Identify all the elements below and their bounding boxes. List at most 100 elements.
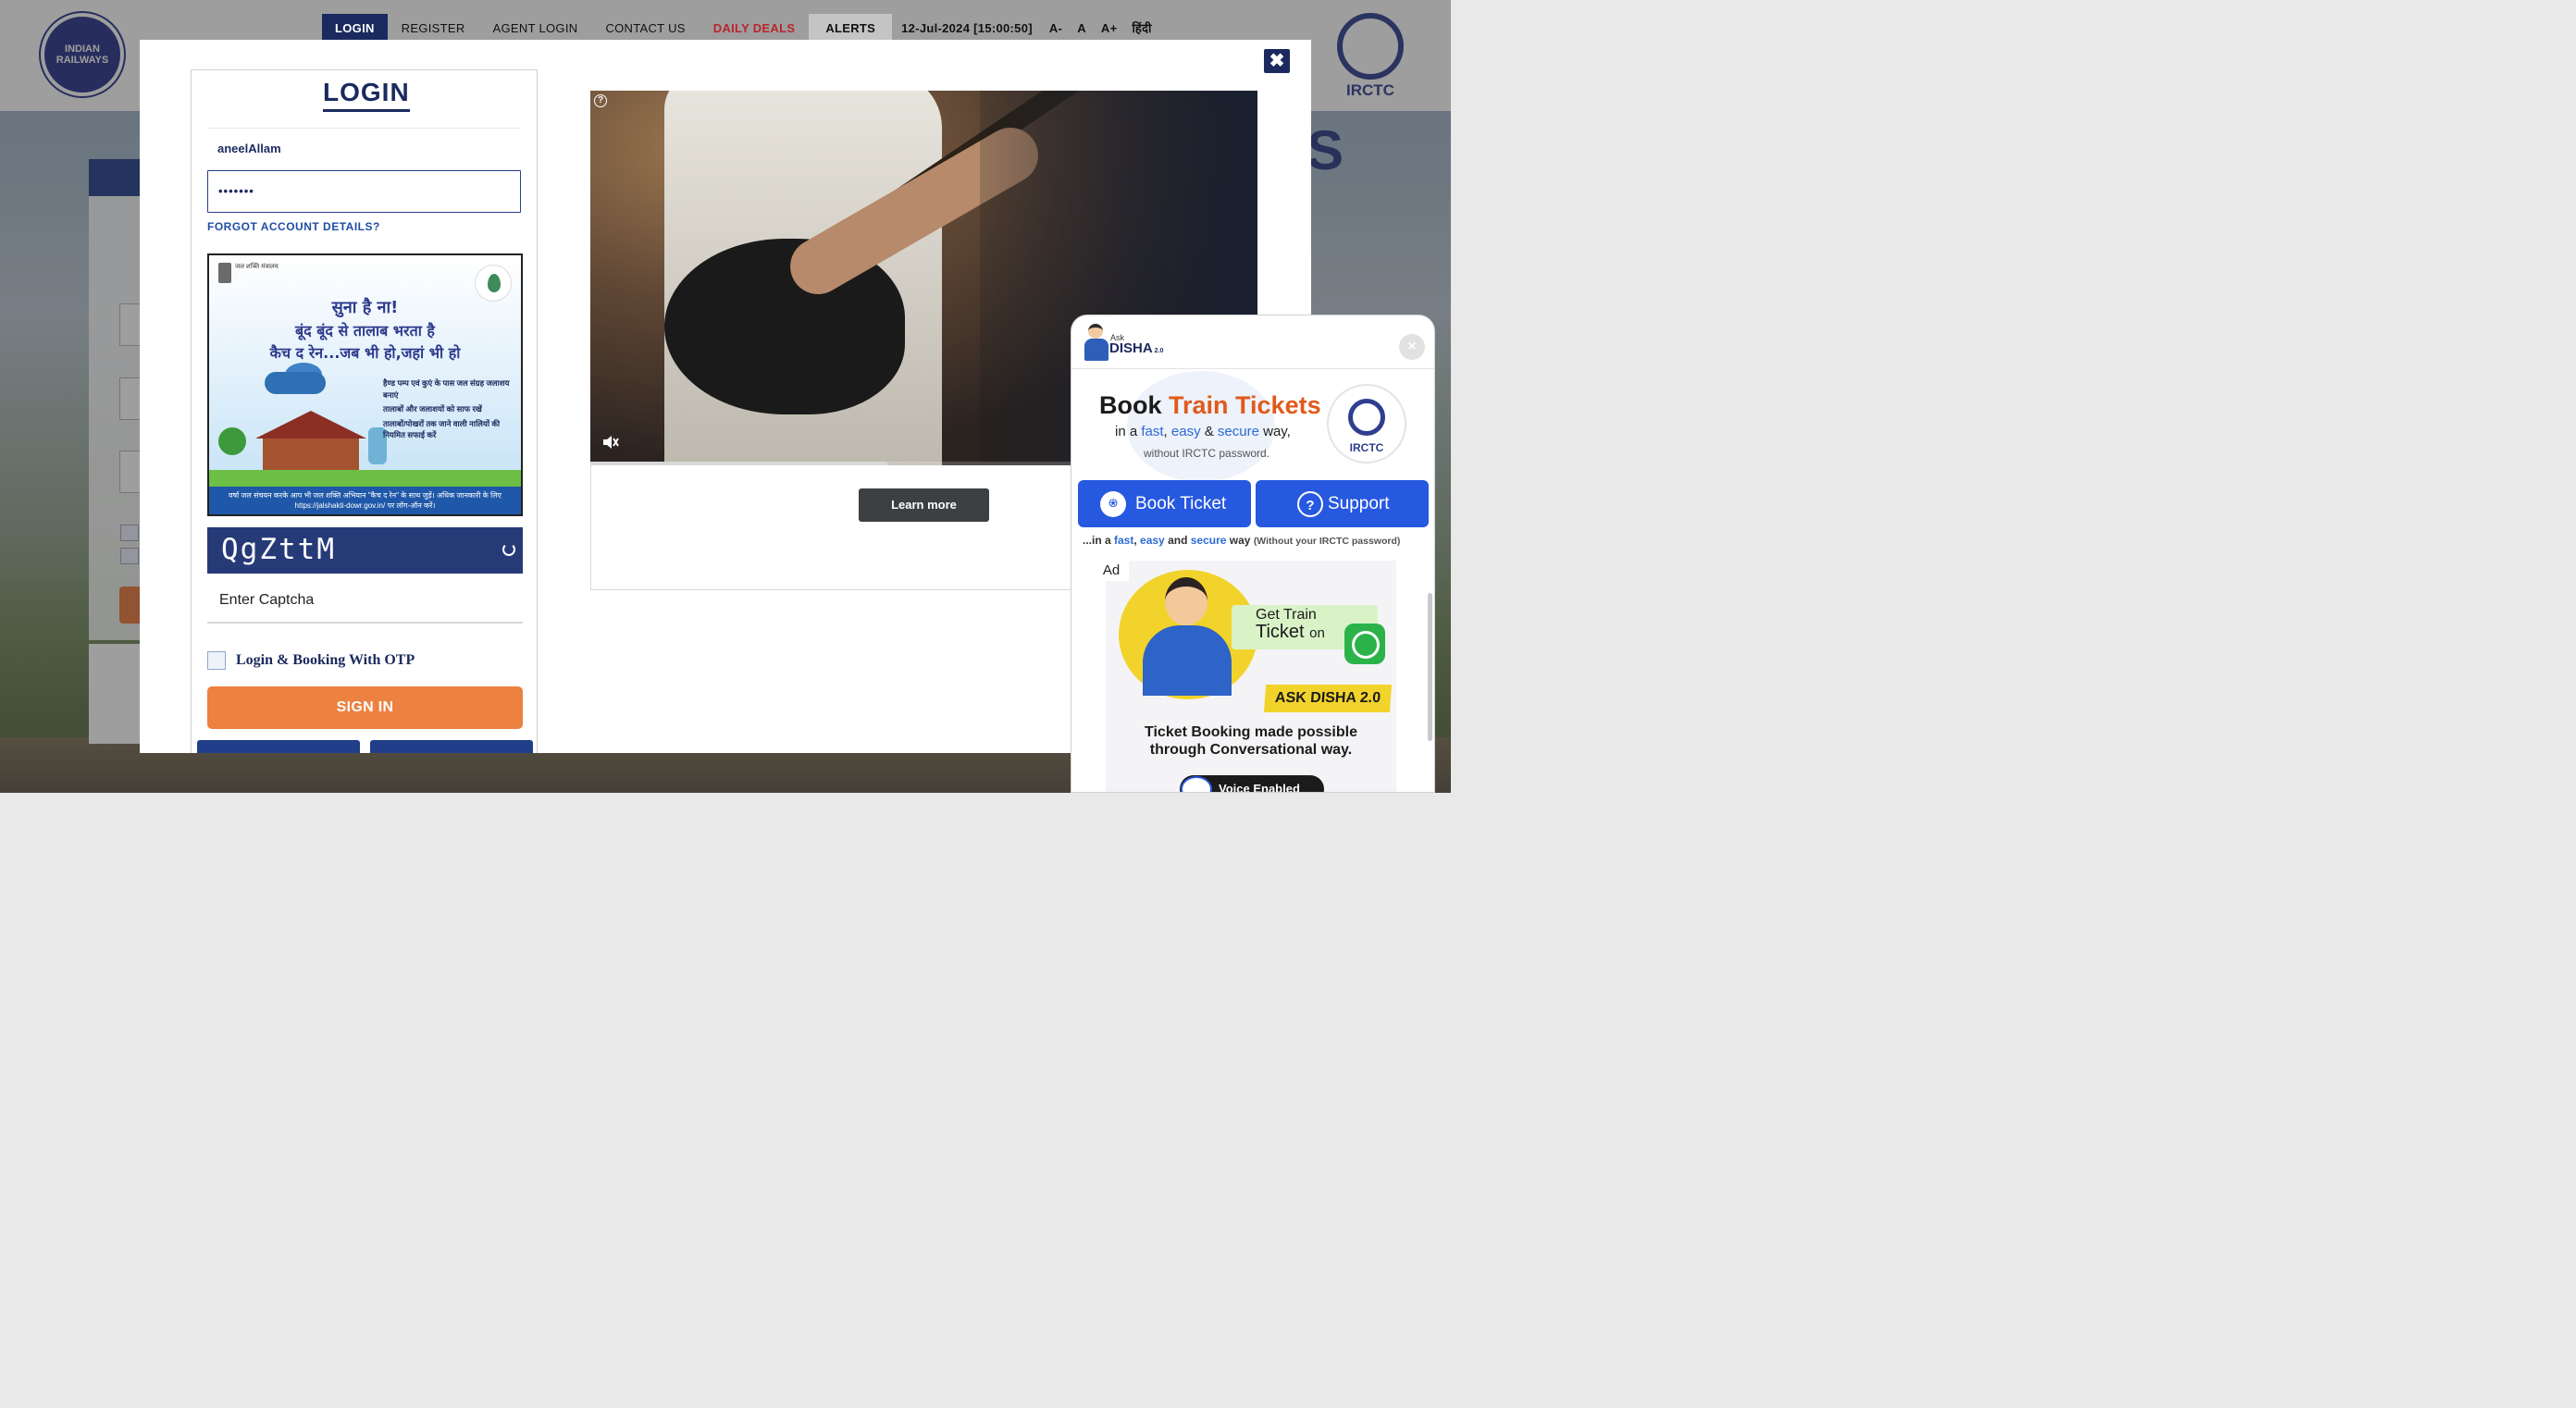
disha-headline: Book Train Tickets xyxy=(1099,391,1321,420)
headline-text: Book xyxy=(1099,391,1170,419)
sub-text: & xyxy=(1200,424,1218,439)
ad-ask-disha-label: ASK DISHA 2.0 xyxy=(1263,685,1393,712)
disha-tagline: ...in a fast, easy and secure way (Witho… xyxy=(1083,534,1400,547)
headline-accent: Train Tickets xyxy=(1169,391,1321,419)
ad-ticket-on: Ticket on xyxy=(1256,622,1325,643)
train-icon: ⍟ xyxy=(1100,491,1126,517)
sign-in-button[interactable]: SIGN IN xyxy=(207,686,523,729)
ad-bullet-list: हैण्ड पम्प एवं कुएं के पास जल संग्रह जला… xyxy=(383,377,520,444)
disha-subheadline: in a fast, easy & secure way, xyxy=(1115,424,1291,439)
secondary-button[interactable] xyxy=(197,740,360,753)
nav-daily-deals[interactable]: DAILY DEALS xyxy=(700,14,810,42)
ad-info-icon[interactable]: ? xyxy=(594,94,607,107)
forgot-account-link[interactable]: FORGOT ACCOUNT DETAILS? xyxy=(207,220,380,233)
disha-version: 2.0 xyxy=(1154,348,1164,354)
captcha-image: QgZttM xyxy=(207,527,523,574)
whatsapp-icon xyxy=(1344,624,1385,664)
close-icon: ✖ xyxy=(1269,51,1285,71)
disha-avatar-icon xyxy=(1084,324,1108,361)
captcha-input[interactable]: Enter Captcha xyxy=(207,577,523,624)
tag-secure: secure xyxy=(1190,534,1227,547)
ashoka-emblem-icon xyxy=(218,263,231,283)
tag-easy: easy xyxy=(1140,534,1165,547)
learn-more-button[interactable]: Learn more xyxy=(859,488,989,522)
book-ticket-label: Book Ticket xyxy=(1135,494,1227,513)
catch-the-rain-ad[interactable]: जल शक्ति मंत्रालय सुना है ना! बूंद बूंद … xyxy=(207,253,523,516)
tag-text: ...in a xyxy=(1083,534,1115,547)
disha-mascot-head xyxy=(1165,577,1208,625)
modal-close-button[interactable]: ✖ xyxy=(1264,49,1290,73)
tree-icon xyxy=(218,427,246,455)
disha-subtext: without IRCTC password. xyxy=(1144,447,1270,460)
disha-header: Ask DISHA 2.0 × xyxy=(1071,315,1434,369)
nav-contact-us[interactable]: CONTACT US xyxy=(591,14,699,42)
secondary-button[interactable] xyxy=(370,740,533,753)
nav-agent-login[interactable]: AGENT LOGIN xyxy=(479,14,592,42)
ad-headline-3: कैच द रेन...जब भी हो,जहां भी हो xyxy=(269,344,461,362)
tag-note: (Without your IRCTC password) xyxy=(1253,536,1401,547)
ad-label: Ad xyxy=(1094,561,1129,581)
ask-disha-widget: Ask DISHA 2.0 × Book Train Tickets in a f… xyxy=(1071,315,1435,793)
otp-label: Login & Booking With OTP xyxy=(236,652,415,668)
font-increase-button[interactable]: A+ xyxy=(1094,14,1125,42)
microphone-icon xyxy=(1181,776,1212,792)
support-button[interactable]: ? Support xyxy=(1256,480,1429,527)
nav-login[interactable]: LOGIN xyxy=(322,14,388,42)
ad-bullet: हैण्ड पम्प एवं कुएं के पास जल संग्रह जला… xyxy=(383,378,510,400)
nav-datetime: 12-Jul-2024 [15:00:50] xyxy=(901,21,1033,35)
mute-icon[interactable] xyxy=(601,433,620,451)
ministry-emblem: जल शक्ति मंत्रालय xyxy=(218,263,285,294)
house-roof-illustration xyxy=(255,411,366,438)
disha-whatsapp-ad[interactable]: Ad Get Train Ticket on ASK DISHA 2.0 Tic… xyxy=(1094,561,1396,793)
book-ticket-button[interactable]: ⍟ Book Ticket xyxy=(1078,480,1251,527)
nav-register[interactable]: REGISTER xyxy=(388,14,479,42)
ad-description-line: Ticket Booking made possible xyxy=(1145,724,1357,740)
ad-footer-text: वर्षा जल संचयन करके आप भी जल शक्ति अभिया… xyxy=(209,487,521,514)
ad-bullet: तालाबों और जलाशयों को साफ रखें xyxy=(383,404,482,414)
sub-text: in a xyxy=(1115,424,1142,439)
refresh-icon[interactable] xyxy=(502,543,515,556)
otp-option[interactable]: Login & Booking With OTP xyxy=(207,650,415,671)
rain-cloud-icon xyxy=(265,372,326,394)
tag-text: way xyxy=(1226,534,1254,547)
irctc-ring-icon xyxy=(1348,399,1385,436)
login-form: LOGIN aneelAllam ••••••• FORGOT ACCOUNT … xyxy=(191,69,538,753)
disha-irctc-logo: IRCTC xyxy=(1327,384,1406,463)
ad-description: Ticket Booking made possible through Conv… xyxy=(1106,723,1396,759)
otp-checkbox[interactable] xyxy=(207,651,226,670)
ad-headline-1: सुना है ना! xyxy=(331,298,399,317)
disha-name-text: DISHA xyxy=(1109,340,1153,356)
support-label: Support xyxy=(1328,494,1390,513)
disha-name: DISHA 2.0 xyxy=(1109,340,1163,356)
irctc-text: IRCTC xyxy=(1349,441,1384,454)
password-field[interactable]: ••••••• xyxy=(207,170,521,213)
ad-description-line: through Conversational way. xyxy=(1149,742,1353,758)
help-icon: ? xyxy=(1297,491,1323,517)
captcha-text: QgZttM xyxy=(221,533,336,566)
sub-fast: fast xyxy=(1141,424,1164,439)
tag-fast: fast xyxy=(1114,534,1134,547)
voice-enabled-label: Voice Enabled xyxy=(1219,782,1300,793)
sub-easy: easy xyxy=(1170,424,1201,439)
nav-alerts[interactable]: ALERTS xyxy=(809,14,893,42)
ministry-name: जल शक्ति मंत्रालय xyxy=(235,264,279,270)
ground-illustration xyxy=(209,470,521,488)
voice-enabled-pill: Voice Enabled xyxy=(1180,775,1324,793)
sub-text: way, xyxy=(1258,424,1291,439)
tag-text: and xyxy=(1164,534,1191,547)
login-title: LOGIN xyxy=(323,78,410,112)
ad-ticket: Ticket xyxy=(1256,622,1305,642)
font-normal-button[interactable]: A xyxy=(1070,14,1094,42)
username-field[interactable]: aneelAllam xyxy=(207,128,521,170)
language-toggle[interactable]: हिंदी xyxy=(1124,14,1158,42)
disha-mascot-body xyxy=(1143,625,1232,696)
font-decrease-button[interactable]: A- xyxy=(1042,14,1070,42)
ad-bullet: तालाबों/पोखरों तक जाने वाली नालियों की न… xyxy=(383,418,501,440)
top-nav: LOGIN REGISTER AGENT LOGIN CONTACT US DA… xyxy=(322,14,1159,42)
sub-secure: secure xyxy=(1217,424,1259,439)
disha-scrollbar[interactable] xyxy=(1428,593,1432,741)
disha-close-button[interactable]: × xyxy=(1399,334,1425,360)
ad-on: on xyxy=(1309,625,1325,641)
ad-headline-2: बूंद बूंद से तालाब भरता है xyxy=(295,322,435,340)
sub-text: , xyxy=(1163,424,1171,439)
